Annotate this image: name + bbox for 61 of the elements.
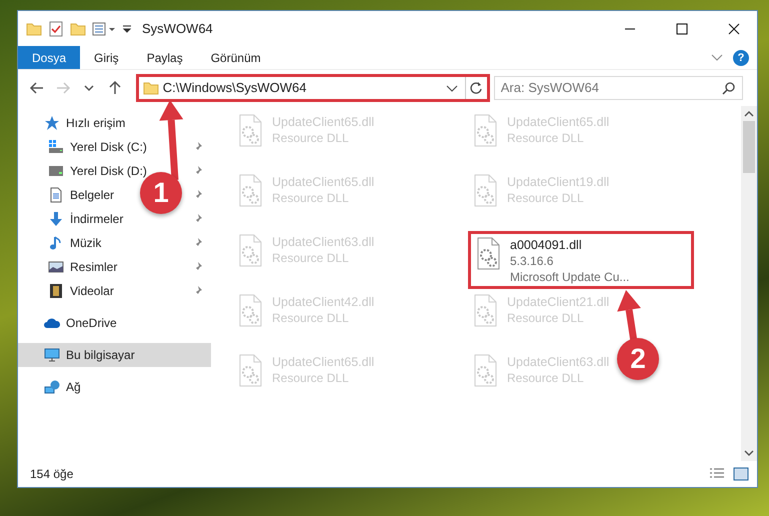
dll-file-icon [472, 354, 499, 387]
forward-icon [54, 80, 71, 96]
scroll-up-icon[interactable] [744, 109, 754, 119]
dll-file-icon [237, 234, 264, 267]
drive-icon [48, 139, 64, 155]
help-button[interactable]: ? [733, 50, 749, 66]
sidebar-item[interactable]: Belgeler [70, 186, 114, 204]
search-icon [722, 81, 736, 95]
dll-file-icon [472, 294, 499, 327]
ribbon-tab[interactable]: Görünüm [196, 46, 275, 69]
scrollbar-thumb[interactable] [743, 121, 755, 173]
vertical-scrollbar[interactable] [741, 106, 757, 461]
back-icon [28, 80, 45, 96]
folder-icon[interactable] [26, 20, 42, 36]
address-field[interactable]: C:\Windows\SysWOW64 [158, 78, 445, 98]
ribbon-tab[interactable]: Paylaş [132, 46, 197, 69]
scroll-down-icon[interactable] [744, 448, 754, 458]
dll-file-icon [475, 237, 502, 270]
sidebar-item[interactable]: Müzik [70, 234, 102, 252]
maximize-icon [676, 22, 688, 34]
window-title: SysWOW64 [142, 20, 213, 38]
dll-file-icon [472, 174, 499, 207]
checklist-icon[interactable] [48, 20, 64, 36]
item-count: 154 öğe [30, 466, 74, 483]
network-icon [44, 379, 60, 395]
search-box[interactable]: Ara: SysWOW64 [494, 76, 744, 100]
properties-icon[interactable] [92, 20, 116, 36]
sidebar-item[interactable]: Videolar [70, 282, 114, 300]
close-icon [728, 22, 740, 34]
dll-file-icon [472, 114, 499, 147]
search-field[interactable]: Ara: SysWOW64 [494, 78, 722, 98]
file-detail: Microsoft Update Cu... [510, 269, 630, 285]
dll-file-icon [237, 354, 264, 387]
document-icon [48, 187, 64, 203]
ribbon-tab[interactable]: Giriş [80, 46, 133, 69]
dll-file-icon [237, 114, 264, 147]
sidebar-item[interactable]: Ağ [66, 378, 81, 396]
dll-file-icon [237, 174, 264, 207]
large-icons-view-icon[interactable] [733, 467, 749, 481]
refresh-icon[interactable] [469, 81, 484, 95]
file-detail: 5.3.16.6 [510, 253, 554, 269]
sidebar-item[interactable]: Resimler [70, 258, 118, 276]
file-name: a0004091.dll [510, 237, 583, 253]
ribbon-tab[interactable]: Dosya [18, 46, 80, 69]
sidebar-item[interactable]: Hızlı erişim [66, 114, 126, 132]
folder-icon[interactable] [70, 20, 86, 36]
sidebar-item[interactable]: Yerel Disk (C:) [70, 138, 147, 156]
star-icon [44, 115, 60, 131]
drive-icon [48, 163, 64, 179]
sidebar-item[interactable]: OneDrive [66, 314, 117, 332]
monitor-icon [44, 347, 60, 363]
sidebar-item[interactable]: Bu bilgisayar [18, 343, 211, 367]
picture-icon [48, 259, 64, 275]
sidebar-item[interactable]: İndirmeler [70, 210, 124, 228]
address-bar-frame[interactable]: C:\Windows\SysWOW64 [136, 74, 490, 102]
up-icon [106, 80, 123, 96]
file-item[interactable]: a0004091.dll 5.3.16.6 Microsoft Update Cu... [468, 231, 694, 289]
film-strip-icon [48, 283, 64, 299]
dll-file-icon [237, 294, 264, 327]
down-arrow-icon [48, 211, 64, 227]
folder-icon [142, 80, 159, 96]
